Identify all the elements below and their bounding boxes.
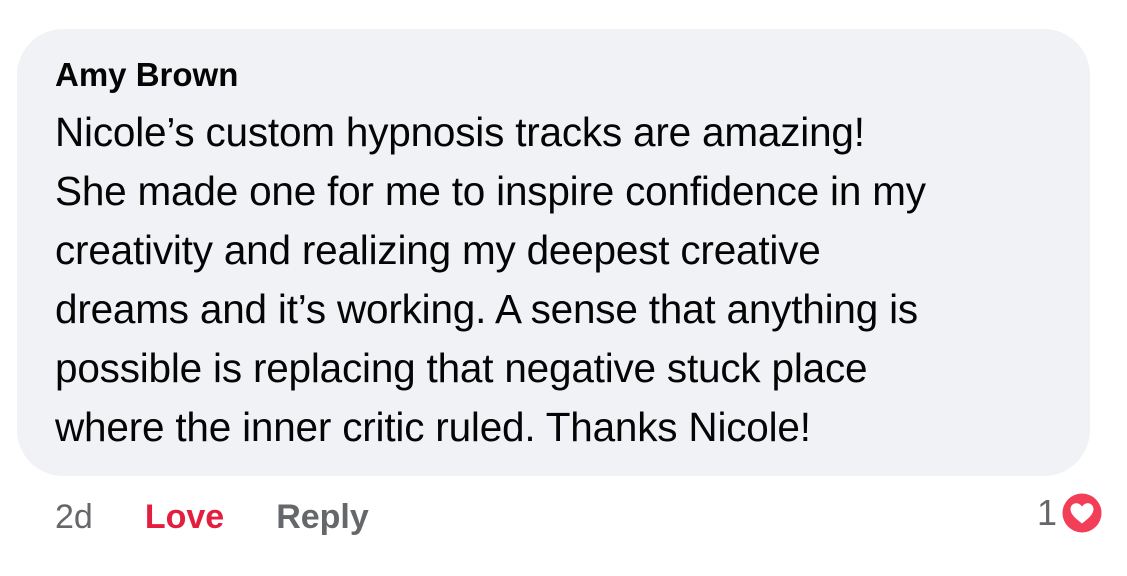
comment-actions: 2d Love Reply	[55, 494, 369, 540]
reaction-count: 1	[1036, 492, 1057, 533]
comment-text: Nicole’s custom hypnosis tracks are amaz…	[55, 103, 1060, 457]
comment-text-line: where the inner critic ruled. Thanks Nic…	[55, 404, 811, 450]
comment-bubble: Amy Brown Nicole’s custom hypnosis track…	[17, 29, 1090, 476]
comment-timestamp[interactable]: 2d	[55, 494, 93, 540]
heart-love-icon	[1059, 490, 1105, 536]
comment-text-line: creativity and realizing my deepest crea…	[55, 227, 821, 273]
reply-button[interactable]: Reply	[276, 494, 369, 540]
love-reaction-button[interactable]: Love	[145, 494, 224, 540]
comment-text-line: possible is replacing that negative stuc…	[55, 345, 868, 391]
comment-text-line: She made one for me to inspire confidenc…	[55, 168, 926, 214]
comment-text-line: dreams and it’s working. A sense that an…	[55, 286, 918, 332]
comment-author-name[interactable]: Amy Brown	[55, 55, 1060, 95]
reaction-summary[interactable]: 1	[1037, 488, 1105, 538]
comment-text-line: Nicole’s custom hypnosis tracks are amaz…	[55, 109, 865, 155]
